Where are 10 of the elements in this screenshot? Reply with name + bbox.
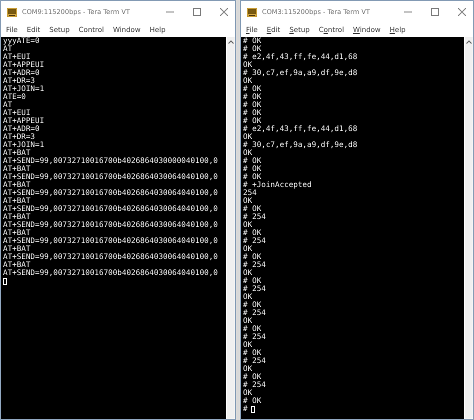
app-icon: [7, 8, 17, 16]
close-icon[interactable]: [458, 8, 466, 16]
maximize-icon[interactable]: [193, 8, 201, 16]
scroll-up-icon[interactable]: [228, 40, 234, 44]
maximize-icon[interactable]: [431, 8, 439, 16]
scrollbar[interactable]: [464, 37, 473, 419]
app-icon: [247, 8, 257, 16]
scrollbar[interactable]: [226, 37, 235, 419]
scroll-up-icon[interactable]: [466, 40, 472, 44]
close-icon[interactable]: [220, 8, 228, 16]
